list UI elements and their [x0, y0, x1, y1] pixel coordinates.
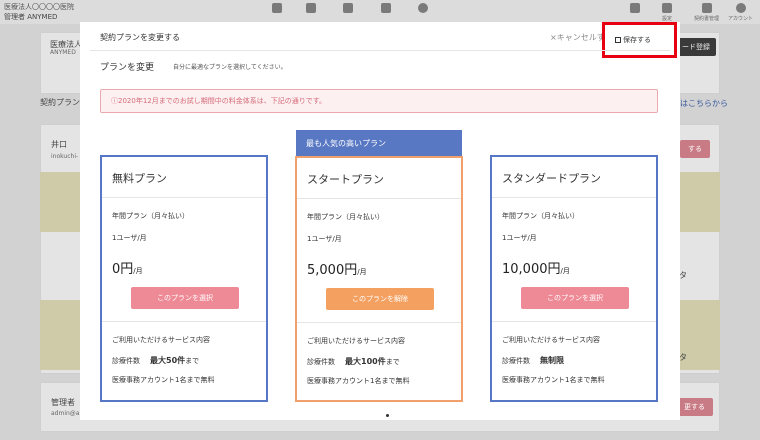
plan-card-start: スタートプラン 年間プラン（月々払い） 1ユーザ/月 5,000円/月 このプラ…: [295, 156, 463, 402]
divider: [102, 197, 266, 198]
nav-users[interactable]: [343, 0, 353, 22]
service-count: 診療件数 最大50件まで: [112, 356, 200, 365]
nav-home[interactable]: [272, 0, 282, 22]
user-name: 井口: [51, 140, 67, 149]
save-icon: [615, 37, 621, 43]
plan-billing: 年間プラン（月々払い）: [112, 212, 189, 220]
nav-account[interactable]: アカウント: [728, 0, 753, 22]
admin-title: 管理者: [51, 398, 75, 407]
plan-billing: 年間プラン（月々払い）: [307, 213, 384, 221]
service-count: 診療件数 最大100件まで: [307, 357, 400, 366]
top-bar: 医療法人〇〇〇〇医院 管理者 ANYMED 設定 契約書管理 アカウント: [0, 0, 760, 24]
divider: [102, 321, 266, 322]
side-char-1: タ: [679, 271, 687, 280]
calendar-icon: [306, 3, 316, 13]
service-count: 診療件数 無制限: [502, 356, 564, 365]
service-account: 医療事務アカウント1名まで無料: [112, 376, 215, 384]
circle-icon: [418, 3, 428, 13]
nav-document[interactable]: [381, 0, 391, 22]
admin-email: admin@a: [51, 410, 80, 417]
plan-price: 5,000円/月: [307, 263, 367, 278]
document-icon: [381, 3, 391, 13]
change-plan-modal: 契約プランを変更する ×キャンセルす 保存する プランを変更 自分に最適なプラン…: [80, 22, 680, 420]
modal-title: 契約プランを変更する: [100, 33, 180, 42]
doc-icon: [630, 3, 640, 13]
save-highlight-box: 保存する: [602, 22, 677, 58]
contract-plan-label: 契約プラン: [40, 98, 80, 107]
save-label: 保存する: [623, 36, 651, 44]
plan-name: スタンダードプラン: [502, 172, 601, 185]
users-icon: [343, 3, 353, 13]
side-char-2: タ: [679, 353, 687, 362]
settings-icon: [662, 3, 672, 13]
plan-price: 10,000円/月: [502, 262, 570, 277]
service-account: 医療事務アカウント1名まで無料: [307, 377, 410, 385]
org-card-sub: ANYMED: [50, 49, 76, 56]
plan-unit: 1ユーザ/月: [307, 235, 342, 243]
user-action-button[interactable]: する: [680, 140, 710, 158]
select-plan-button[interactable]: このプランを選択: [521, 287, 629, 309]
save-button[interactable]: 保存する: [615, 35, 651, 45]
plan-unit: 1ユーザ/月: [112, 234, 147, 242]
plan-billing: 年間プラン（月々払い）: [502, 212, 579, 220]
divider: [492, 197, 656, 198]
plan-link[interactable]: はこちらから: [680, 98, 728, 109]
user-email: inokuchi-: [51, 153, 79, 160]
nav-circle[interactable]: [418, 0, 428, 22]
nav-calendar[interactable]: [306, 0, 316, 22]
cancel-plan-button[interactable]: このプランを解除: [326, 288, 434, 310]
folder-icon: [701, 3, 712, 13]
home-icon: [272, 3, 282, 13]
divider: [492, 321, 656, 322]
scroll-indicator: [386, 414, 389, 417]
service-account: 医療事務アカウント1名まで無料: [502, 376, 605, 384]
org-name: 医療法人〇〇〇〇医院: [4, 3, 74, 11]
nav-settings[interactable]: 設定: [662, 0, 672, 22]
divider: [297, 322, 461, 323]
section-title: プランを変更: [100, 63, 155, 73]
service-title: ご利用いただけるサービス内容: [112, 336, 210, 344]
plan-card-free: 無料プラン 年間プラン（月々払い） 1ユーザ/月 0円/月 このプランを選択 ご…: [100, 155, 268, 402]
trial-notice: ⓘ2020年12月までのお試し期間中の料金体系は、下記の通りです。: [100, 89, 658, 113]
admin-action-button[interactable]: 更する: [676, 398, 713, 416]
plan-name: スタートプラン: [307, 173, 384, 186]
select-plan-button[interactable]: このプランを選択: [131, 287, 239, 309]
service-title: ご利用いただけるサービス内容: [502, 336, 600, 344]
plan-card-standard: スタンダードプラン 年間プラン（月々払い） 1ユーザ/月 10,000円/月 こ…: [490, 155, 658, 402]
divider: [297, 198, 461, 199]
nav-doc[interactable]: [630, 0, 640, 22]
plan-price: 0円/月: [112, 262, 143, 277]
plan-name: 無料プラン: [112, 172, 167, 185]
cancel-button[interactable]: ×キャンセルす: [550, 32, 605, 43]
section-subtitle: 自分に最適なプランを選択してください。: [173, 64, 287, 71]
plan-unit: 1ユーザ/月: [502, 234, 537, 242]
divider: [90, 50, 670, 51]
role-label: 管理者 ANYMED: [4, 13, 58, 21]
nav-contracts[interactable]: 契約書管理: [694, 0, 719, 22]
account-icon: [735, 3, 746, 13]
register-button[interactable]: ード登録: [676, 38, 716, 56]
service-title: ご利用いただけるサービス内容: [307, 337, 405, 345]
popular-plan-banner: 最も人気の高いプラン: [296, 130, 462, 156]
